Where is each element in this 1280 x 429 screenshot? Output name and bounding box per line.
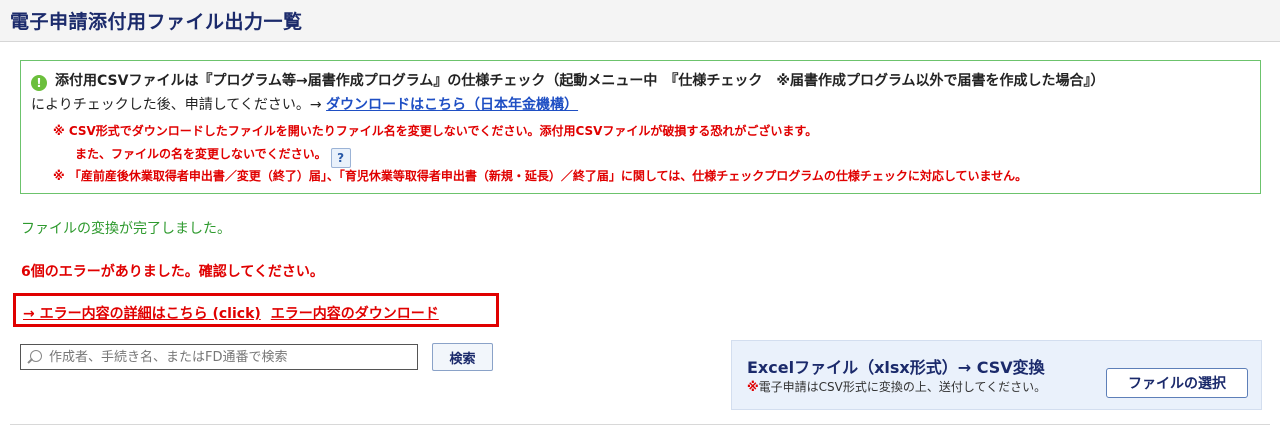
warning-filename-text: また、ファイルの名を変更しないでください。 <box>75 147 327 161</box>
convert-note: ※電子申請はCSV形式に変換の上、送付してください。 <box>747 378 1046 395</box>
page-header: 電子申請添付用ファイル出力一覧 <box>0 0 1280 42</box>
error-download-link[interactable]: エラー内容のダウンロード <box>271 306 439 322</box>
search-icon <box>30 350 42 362</box>
notice-line1-text: 添付用CSVファイルは『プログラム等→届書作成プログラム』の仕様チェック（起動メ… <box>55 73 1105 89</box>
error-links-box: → エラー内容の詳細はこちら (click) エラー内容のダウンロード <box>13 293 499 327</box>
search-button[interactable]: 検索 <box>432 343 493 371</box>
convert-title: Excelファイル（xlsx形式）→ CSV変換 <box>747 358 1045 377</box>
page-title: 電子申請添付用ファイル出力一覧 <box>10 11 303 33</box>
warning-filename: また、ファイルの名を変更しないでください。? <box>75 145 351 168</box>
file-select-button[interactable]: ファイルの選択 <box>1106 368 1248 398</box>
notice-box: ! 添付用CSVファイルは『プログラム等→届書作成プログラム』の仕様チェック（起動… <box>20 60 1261 194</box>
conversion-success-message: ファイルの変換が完了しました。 <box>21 221 231 237</box>
excel-convert-panel: Excelファイル（xlsx形式）→ CSV変換 ※電子申請はCSV形式に変換の… <box>731 340 1262 410</box>
notice-line1: ! 添付用CSVファイルは『プログラム等→届書作成プログラム』の仕様チェック（起動… <box>31 70 1105 91</box>
search-box <box>20 344 418 370</box>
warning-csv-format: ※ CSV形式でダウンロードしたファイルを開いたりファイル名を変更しないでくださ… <box>53 124 818 138</box>
warning-unsupported-forms: ※ 「産前産後休業取得者申出書／変更（終了）届」、「育児休業等取得者申出書（新規… <box>53 169 1028 183</box>
bottom-divider <box>10 424 1270 425</box>
notice-line2: によりチェックした後、申請してください。→ ダウンロードはこちら（日本年金機構） <box>31 94 578 114</box>
error-count-message: 6個のエラーがありました。確認してください。 <box>21 264 324 280</box>
search-input[interactable] <box>49 347 409 367</box>
pension-download-link[interactable]: ダウンロードはこちら（日本年金機構） <box>326 97 578 113</box>
help-icon[interactable]: ? <box>330 148 351 168</box>
error-detail-link[interactable]: → エラー内容の詳細はこちら (click) <box>23 306 261 322</box>
convert-note-mark: ※ <box>747 380 759 394</box>
convert-note-text: 電子申請はCSV形式に変換の上、送付してください。 <box>758 380 1047 394</box>
notice-line2-text: によりチェックした後、申請してください。→ <box>31 97 327 113</box>
info-icon: ! <box>31 75 47 91</box>
